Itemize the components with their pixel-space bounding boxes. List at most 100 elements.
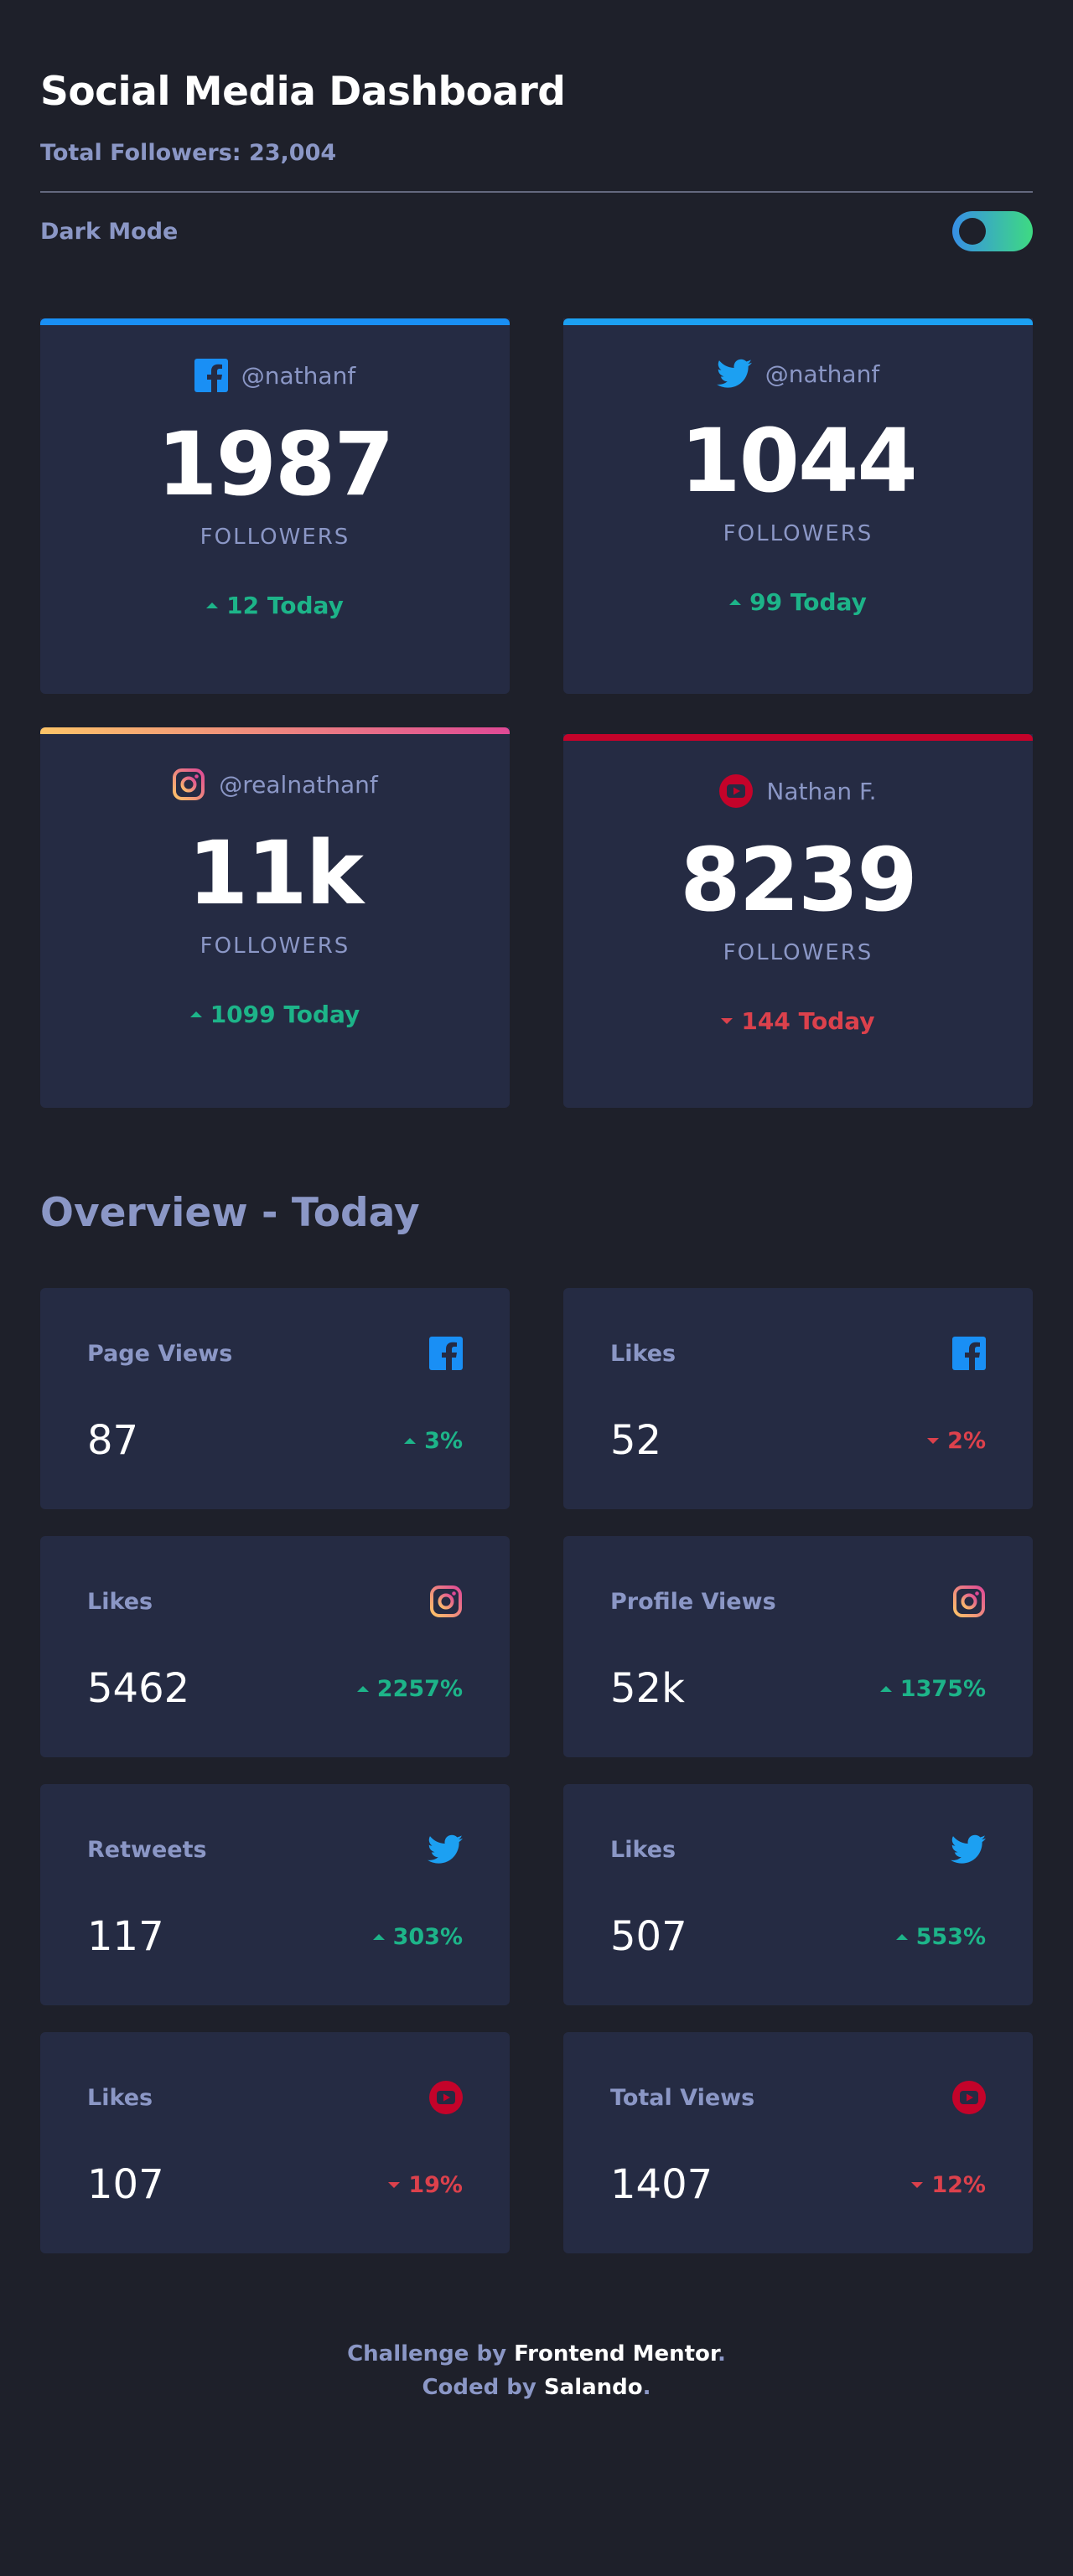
today-change-text: 144 Today: [741, 1007, 875, 1035]
overview-metric: Retweets: [87, 1836, 207, 1863]
overview-metric: Likes: [610, 1340, 676, 1367]
facebook-icon: [429, 1337, 463, 1370]
today-change: 99 Today: [563, 588, 1033, 616]
footer-period: .: [642, 2375, 651, 2400]
twitter-icon: [428, 1834, 463, 1865]
follower-card-youtube[interactable]: Nathan F. 8239 FOLLOWERS 144 Today: [563, 734, 1033, 1108]
card-handle: @realnathanf: [219, 770, 378, 799]
overview-change-text: 2%: [947, 1427, 986, 1454]
arrow-up-icon: [206, 603, 219, 608]
card-handle-row: @nathanf: [563, 359, 1033, 389]
overview-change: 2%: [927, 1428, 986, 1454]
follower-cards: @nathanf 1987 FOLLOWERS 12 Today @nathan…: [40, 318, 1033, 1108]
arrow-up-icon: [372, 1933, 385, 1940]
overview-value: 107: [87, 2161, 164, 2208]
arrow-down-icon: [388, 2181, 401, 2188]
overview-grid: Page Views 87 3% Likes 52 2% Likes 5462 …: [40, 1288, 1033, 2253]
card-accent-bar: [563, 318, 1033, 325]
arrow-up-icon: [356, 1685, 369, 1692]
today-change: 144 Today: [563, 1007, 1033, 1035]
overview-metric: Profile Views: [610, 1588, 776, 1615]
arrow-down-icon: [721, 1018, 733, 1024]
overview-value: 117: [87, 1913, 164, 1960]
arrow-up-icon: [404, 1437, 417, 1444]
overview-card[interactable]: Likes 507 553%: [563, 1784, 1033, 2005]
toggle-knob: [959, 218, 986, 245]
card-handle-row: Nathan F.: [563, 774, 1033, 808]
follower-card-facebook[interactable]: @nathanf 1987 FOLLOWERS 12 Today: [40, 318, 510, 694]
overview-card[interactable]: Profile Views 52k 1375%: [563, 1536, 1033, 1757]
overview-card[interactable]: Likes 5462 2257%: [40, 1536, 510, 1757]
overview-change-text: 1375%: [899, 1675, 986, 1702]
overview-change: 553%: [895, 1923, 986, 1950]
overview-card[interactable]: Retweets 117 303%: [40, 1784, 510, 2005]
overview-change-text: 2257%: [376, 1675, 463, 1702]
footer-coded-prefix: Coded by: [422, 2375, 544, 2400]
overview-change: 12%: [911, 2172, 986, 2198]
card-handle: @nathanf: [765, 360, 880, 388]
overview-title: Overview - Today: [40, 1190, 420, 1236]
dark-mode-label: Dark Mode: [40, 218, 179, 245]
footer-period: .: [718, 2341, 726, 2367]
overview-change-text: 12%: [931, 2171, 986, 2198]
follower-card-twitter[interactable]: @nathanf 1044 FOLLOWERS 99 Today: [563, 318, 1033, 694]
overview-change: 19%: [388, 2172, 463, 2198]
footer-coded-line: Coded by Salando.: [40, 2371, 1033, 2404]
overview-value: 1407: [610, 2161, 713, 2208]
twitter-icon: [716, 359, 752, 389]
instagram-icon: [952, 1585, 986, 1618]
overview-change: 2257%: [356, 1675, 463, 1702]
arrow-up-icon: [189, 1011, 202, 1017]
today-change: 12 Today: [40, 592, 510, 619]
followers-label: FOLLOWERS: [723, 521, 873, 546]
overview-change-text: 553%: [915, 1923, 986, 1950]
dark-mode-row: Dark Mode: [40, 211, 1033, 251]
header: Social Media Dashboard Total Followers: …: [40, 0, 1033, 251]
dashboard-page: Social Media Dashboard Total Followers: …: [0, 0, 1073, 2576]
overview-card[interactable]: Likes 107 19%: [40, 2032, 510, 2253]
overview-card[interactable]: Likes 52 2%: [563, 1288, 1033, 1509]
overview-metric: Likes: [610, 1836, 676, 1863]
footer-challenge-line: Challenge by Frontend Mentor.: [40, 2337, 1033, 2371]
twitter-icon: [951, 1834, 986, 1865]
dark-mode-toggle[interactable]: [952, 211, 1033, 251]
follower-card-instagram[interactable]: @realnathanf 11k FOLLOWERS 1099 Today: [40, 727, 510, 1108]
arrow-up-icon: [895, 1933, 908, 1940]
footer-challenge-prefix: Challenge by: [347, 2341, 515, 2367]
overview-metric: Total Views: [610, 2084, 755, 2111]
author-link[interactable]: Salando: [544, 2375, 643, 2400]
followers-label: FOLLOWERS: [723, 940, 873, 965]
today-change-text: 1099 Today: [210, 1001, 360, 1028]
card-handle-row: @realnathanf: [40, 768, 510, 801]
overview-change-text: 303%: [392, 1923, 463, 1950]
arrow-down-icon: [927, 1437, 940, 1444]
overview-value: 507: [610, 1913, 687, 1960]
youtube-icon: [719, 774, 754, 808]
arrow-up-icon: [879, 1685, 892, 1692]
today-change-text: 12 Today: [226, 592, 344, 619]
youtube-icon: [429, 2081, 463, 2114]
today-change-text: 99 Today: [749, 588, 867, 616]
overview-change-text: 3%: [424, 1427, 463, 1454]
overview-card[interactable]: Total Views 1407 12%: [563, 2032, 1033, 2253]
youtube-icon: [952, 2081, 986, 2114]
card-accent-bar: [40, 727, 510, 734]
follower-count: 1987: [157, 413, 394, 515]
today-change: 1099 Today: [40, 1001, 510, 1028]
facebook-icon: [952, 1337, 986, 1370]
card-handle: @nathanf: [241, 361, 356, 390]
page-title: Social Media Dashboard: [40, 69, 566, 115]
follower-count: 8239: [680, 829, 917, 931]
card-accent-bar: [563, 734, 1033, 741]
arrow-down-icon: [911, 2181, 924, 2188]
overview-change: 1375%: [879, 1675, 986, 1702]
followers-label: FOLLOWERS: [200, 934, 350, 959]
overview-card[interactable]: Page Views 87 3%: [40, 1288, 510, 1509]
header-divider: [40, 191, 1033, 193]
followers-label: FOLLOWERS: [200, 525, 350, 550]
frontend-mentor-link[interactable]: Frontend Mentor: [514, 2341, 718, 2367]
footer: Challenge by Frontend Mentor. Coded by S…: [40, 2337, 1033, 2404]
overview-change: 303%: [372, 1923, 463, 1950]
overview-change-text: 19%: [408, 2171, 463, 2198]
card-handle-row: @nathanf: [40, 359, 510, 392]
